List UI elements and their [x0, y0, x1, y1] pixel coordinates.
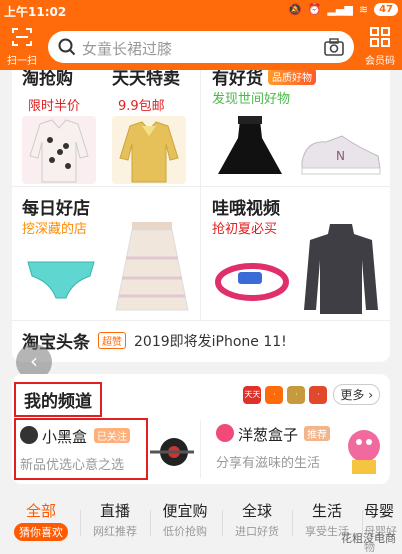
tab-sublabel: 低价抢购	[163, 525, 207, 538]
tab-sublabel: 猜你喜欢	[14, 523, 68, 541]
scan-button[interactable]: 扫一扫	[4, 27, 40, 67]
product-image-tulle-skirt[interactable]	[112, 218, 192, 314]
watermark: 花粗没电商	[341, 532, 396, 545]
channel-item-xiaoheihe[interactable]: 小黑盒 已关注 新品优选心意之选	[14, 418, 148, 480]
block-title-tiantiantemai[interactable]: 天天特卖	[112, 70, 180, 89]
product-image-toy-track[interactable]	[212, 246, 292, 310]
divider	[80, 510, 81, 536]
channel-mini-logo: 天天	[243, 385, 262, 404]
search-input[interactable]: 女童长裙过膝	[48, 31, 354, 63]
block-title-taoqianggou[interactable]: 淘抢购	[22, 70, 73, 89]
channel-item-yangconghezi[interactable]: 洋葱盒子 推荐 分享有滋味的生活	[212, 418, 388, 480]
channel-title: 我的频道	[14, 382, 102, 417]
tab-pianyigou[interactable]: 便宜购 低价抢购	[152, 500, 218, 539]
status-bar: 上午11:02 🔕 ⏰ ▂▄▆ ≋ 47	[0, 0, 402, 22]
divider	[12, 320, 390, 321]
status-icons: 🔕 ⏰ ▂▄▆ ≋ 47	[288, 3, 398, 16]
headline-bar[interactable]: 淘宝头条 超赞 2019即将发iPhone 11!	[22, 328, 287, 353]
search-placeholder: 女童长裙过膝	[82, 40, 173, 58]
channel-image-mascot	[342, 424, 386, 476]
headline-badge: 超赞	[98, 332, 126, 349]
divider	[200, 70, 201, 320]
channel-item-name: 小黑盒	[42, 428, 88, 446]
tab-zhibo[interactable]: 直播 网红推荐	[82, 500, 148, 539]
divider	[150, 510, 151, 536]
camera-icon[interactable]	[324, 38, 344, 56]
feature-card: 淘抢购 限时半价 天天特卖 9.9包邮 有好货 品质好物 发现世间好物 N 每日…	[12, 70, 390, 362]
channel-avatar	[216, 424, 234, 442]
tab-sublabel: 进口好货	[235, 525, 279, 538]
channel-mini-logo: ·	[309, 385, 328, 404]
block-badge-youhaohuo: 品质好物	[268, 70, 316, 85]
block-title-waovideo[interactable]: 哇哦视频	[212, 194, 280, 219]
product-image-sneaker[interactable]: N	[296, 126, 384, 182]
product-image-dress[interactable]	[212, 114, 288, 184]
my-channel-card: 我的频道 天天 · · · 更多 › 小黑盒 已关注 新品优选心意之选 洋葱盒子…	[12, 374, 390, 484]
back-arrow-icon: ‹	[30, 349, 38, 373]
channel-more-button[interactable]: 更多 ›	[333, 384, 380, 405]
divider	[12, 186, 390, 187]
channel-item-badge: 推荐	[304, 426, 330, 441]
block-sub-waovideo: 抢初夏必买	[212, 222, 278, 237]
channel-mini-logo: ·	[265, 385, 284, 404]
block-sub-youhaohuo: 发现世间好物	[212, 92, 291, 107]
channel-item-desc: 新品优选心意之选	[20, 458, 125, 473]
status-time: 上午11:02	[4, 5, 67, 19]
block-tag-taoqianggou: 限时半价	[24, 94, 85, 115]
member-code-button[interactable]: 会员码	[362, 27, 398, 67]
product-image-sweater[interactable]	[300, 220, 382, 316]
tab-sublabel: 网红推荐	[93, 525, 137, 538]
product-image-blouse[interactable]	[22, 116, 96, 184]
product-image-yellow-shirt[interactable]	[112, 116, 186, 184]
product-image-underwear[interactable]	[22, 246, 100, 306]
divider	[200, 420, 201, 478]
channel-more-group[interactable]: 天天 · · · 更多 ›	[243, 384, 380, 405]
svg-text:N: N	[336, 149, 345, 163]
headline-text: 2019即将发iPhone 11!	[134, 333, 287, 350]
channel-avatar	[20, 426, 38, 444]
block-title-youhaohuo[interactable]: 有好货	[212, 70, 263, 89]
divider	[222, 510, 223, 536]
wifi-icon: ≋	[358, 3, 369, 16]
tab-quanbu[interactable]: 全部 猜你喜欢	[8, 500, 74, 541]
channel-item-desc: 分享有滋味的生活	[216, 456, 321, 471]
block-tag-tiantiantemai: 9.9包邮	[114, 94, 169, 115]
tab-label: 生活	[311, 502, 342, 520]
channel-item-name: 洋葱盒子	[238, 426, 299, 444]
tab-label: 便宜购	[162, 502, 208, 520]
tab-label: 全部	[25, 502, 56, 520]
channel-mini-logo: ·	[287, 385, 306, 404]
tab-label: 母婴	[364, 502, 395, 520]
signal-icon: ▂▄▆	[327, 3, 353, 16]
channel-item-badge: 已关注	[94, 428, 130, 443]
alarm-icon: ⏰	[307, 3, 322, 16]
battery-badge: 47	[374, 3, 398, 16]
mute-icon: 🔕	[288, 3, 302, 16]
member-code-icon	[370, 27, 390, 47]
block-sub-meirihaodian: 挖深藏的店	[22, 222, 88, 237]
search-icon	[58, 38, 76, 56]
channel-image-ab-roller[interactable]	[148, 430, 196, 472]
block-title-meirihaodian[interactable]: 每日好店	[22, 194, 90, 219]
tab-quanqiu[interactable]: 全球 进口好货	[224, 500, 290, 539]
tab-label: 直播	[99, 502, 130, 520]
divider	[292, 510, 293, 536]
tab-label: 全球	[241, 502, 272, 520]
member-code-label: 会员码	[365, 56, 395, 67]
header: 扫一扫 女童长裙过膝 会员码	[0, 22, 402, 70]
scan-label: 扫一扫	[7, 56, 37, 67]
scan-icon	[12, 28, 32, 46]
